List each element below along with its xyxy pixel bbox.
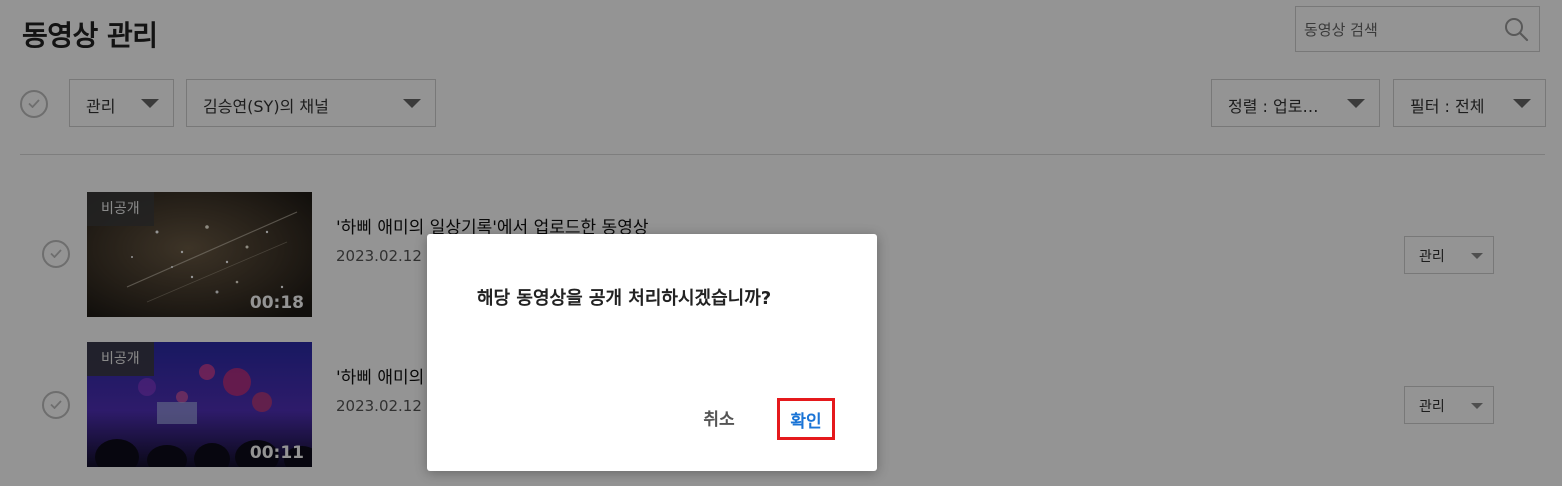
confirm-button[interactable]: 확인 [777,398,835,440]
dialog-message: 해당 동영상을 공개 처리하시겠습니까? [477,288,772,309]
video-management-page: 동영상 관리 관리 김승연(SY)의 채널 정렬 : 업로… 필터 : 전체 [0,0,1562,486]
confirm-dialog: 해당 동영상을 공개 처리하시겠습니까? 취소 확인 [427,234,877,471]
cancel-button[interactable]: 취소 [685,397,753,437]
